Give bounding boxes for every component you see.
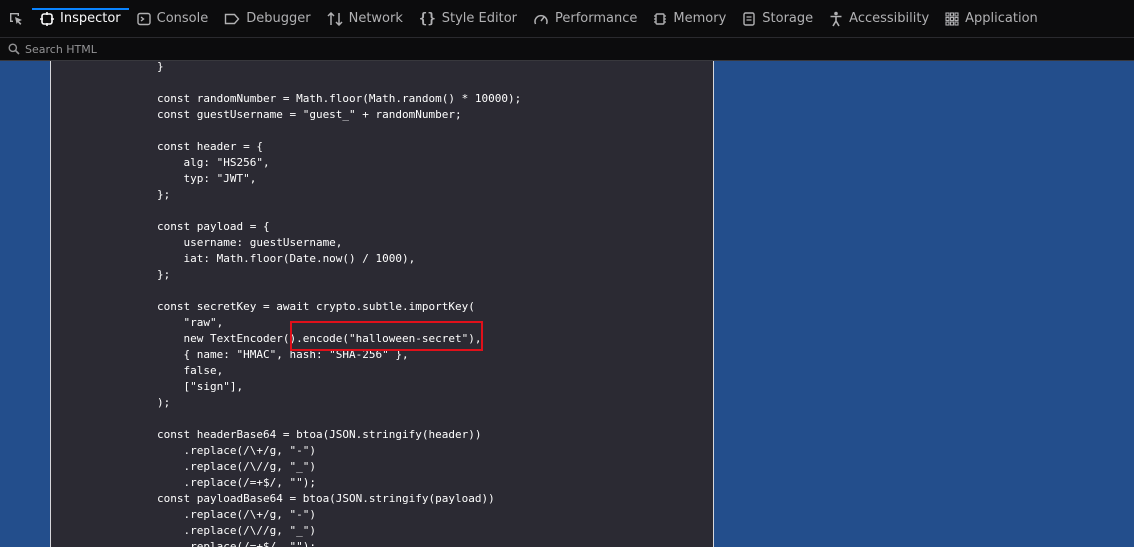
code-line: }; <box>157 188 171 201</box>
application-icon <box>945 11 959 26</box>
devtools-toolbar: Inspector Console Debugger Network {} St… <box>0 0 1134 38</box>
search-icon <box>8 43 20 55</box>
tab-label: Accessibility <box>849 11 930 26</box>
code-line: .replace(/=+$/, ""); <box>157 476 316 489</box>
code-line: ["sign"], <box>157 380 244 393</box>
tab-label: Application <box>965 11 1038 26</box>
debugger-icon <box>225 13 240 24</box>
highlight-annotation-box <box>290 321 483 351</box>
code-line: .replace(/\+/g, "-") <box>157 444 316 457</box>
tab-label: Style Editor <box>441 11 518 26</box>
code-line: alg: "HS256", <box>157 156 270 169</box>
search-bar <box>0 38 1134 61</box>
code-line: username: guestUsername, <box>157 236 343 249</box>
code-line: } <box>157 61 164 73</box>
code-line: .replace(/\//g, "_") <box>157 460 316 473</box>
tab-style-editor[interactable]: {} Style Editor <box>411 0 525 37</box>
tab-label: Network <box>348 11 403 26</box>
code-line: const payload = { <box>157 220 270 233</box>
code-line: const header = { <box>157 140 263 153</box>
tab-label: Memory <box>673 11 727 26</box>
storage-icon <box>743 11 755 26</box>
tab-accessibility[interactable]: Accessibility <box>821 0 937 37</box>
element-picker-icon <box>10 12 22 25</box>
style-editor-icon: {} <box>418 10 436 27</box>
tab-network[interactable]: Network <box>319 0 411 37</box>
code-line: const headerBase64 = btoa(JSON.stringify… <box>157 428 482 441</box>
code-line: iat: Math.floor(Date.now() / 1000), <box>157 252 416 265</box>
tab-inspector[interactable]: Inspector <box>32 0 129 37</box>
tab-memory[interactable]: Memory <box>645 0 734 37</box>
tab-label: Debugger <box>246 11 311 26</box>
memory-icon <box>654 12 667 25</box>
code-line: .replace(/\//g, "_") <box>157 524 316 537</box>
code-line: const randomNumber = Math.floor(Math.ran… <box>157 92 522 105</box>
tab-performance[interactable]: Performance <box>525 0 645 37</box>
code-line: const payloadBase64 = btoa(JSON.stringif… <box>157 492 495 505</box>
code-line: .replace(/\+/g, "-") <box>157 508 316 521</box>
search-html-input[interactable] <box>25 42 1105 56</box>
code-line: typ: "JWT", <box>157 172 257 185</box>
tab-label: Performance <box>555 11 638 26</box>
tab-label: Storage <box>762 11 814 26</box>
tab-debugger[interactable]: Debugger <box>216 0 318 37</box>
code-line: .replace(/=+$/, ""); <box>157 540 316 547</box>
tab-label: Console <box>156 11 209 26</box>
code-line: const guestUsername = "guest_" + randomN… <box>157 108 462 121</box>
tab-console[interactable]: Console <box>129 0 217 37</box>
code-block: } const randomNumber = Math.floor(Math.ra… <box>51 61 713 547</box>
performance-icon <box>534 14 548 24</box>
console-icon <box>136 12 151 25</box>
code-line: }; <box>157 268 171 281</box>
accessibility-icon <box>830 11 842 26</box>
tab-application[interactable]: Application <box>937 0 1046 37</box>
inspector-icon <box>40 11 54 26</box>
code-viewer: } const randomNumber = Math.floor(Math.ra… <box>50 61 714 547</box>
tab-storage[interactable]: Storage <box>734 0 821 37</box>
tab-label: Inspector <box>60 11 121 26</box>
code-line: ); <box>157 396 171 409</box>
code-line: false, <box>157 364 224 377</box>
element-picker-button[interactable] <box>0 0 32 37</box>
code-line: const secretKey = await crypto.subtle.im… <box>157 300 475 313</box>
network-icon <box>327 11 343 26</box>
